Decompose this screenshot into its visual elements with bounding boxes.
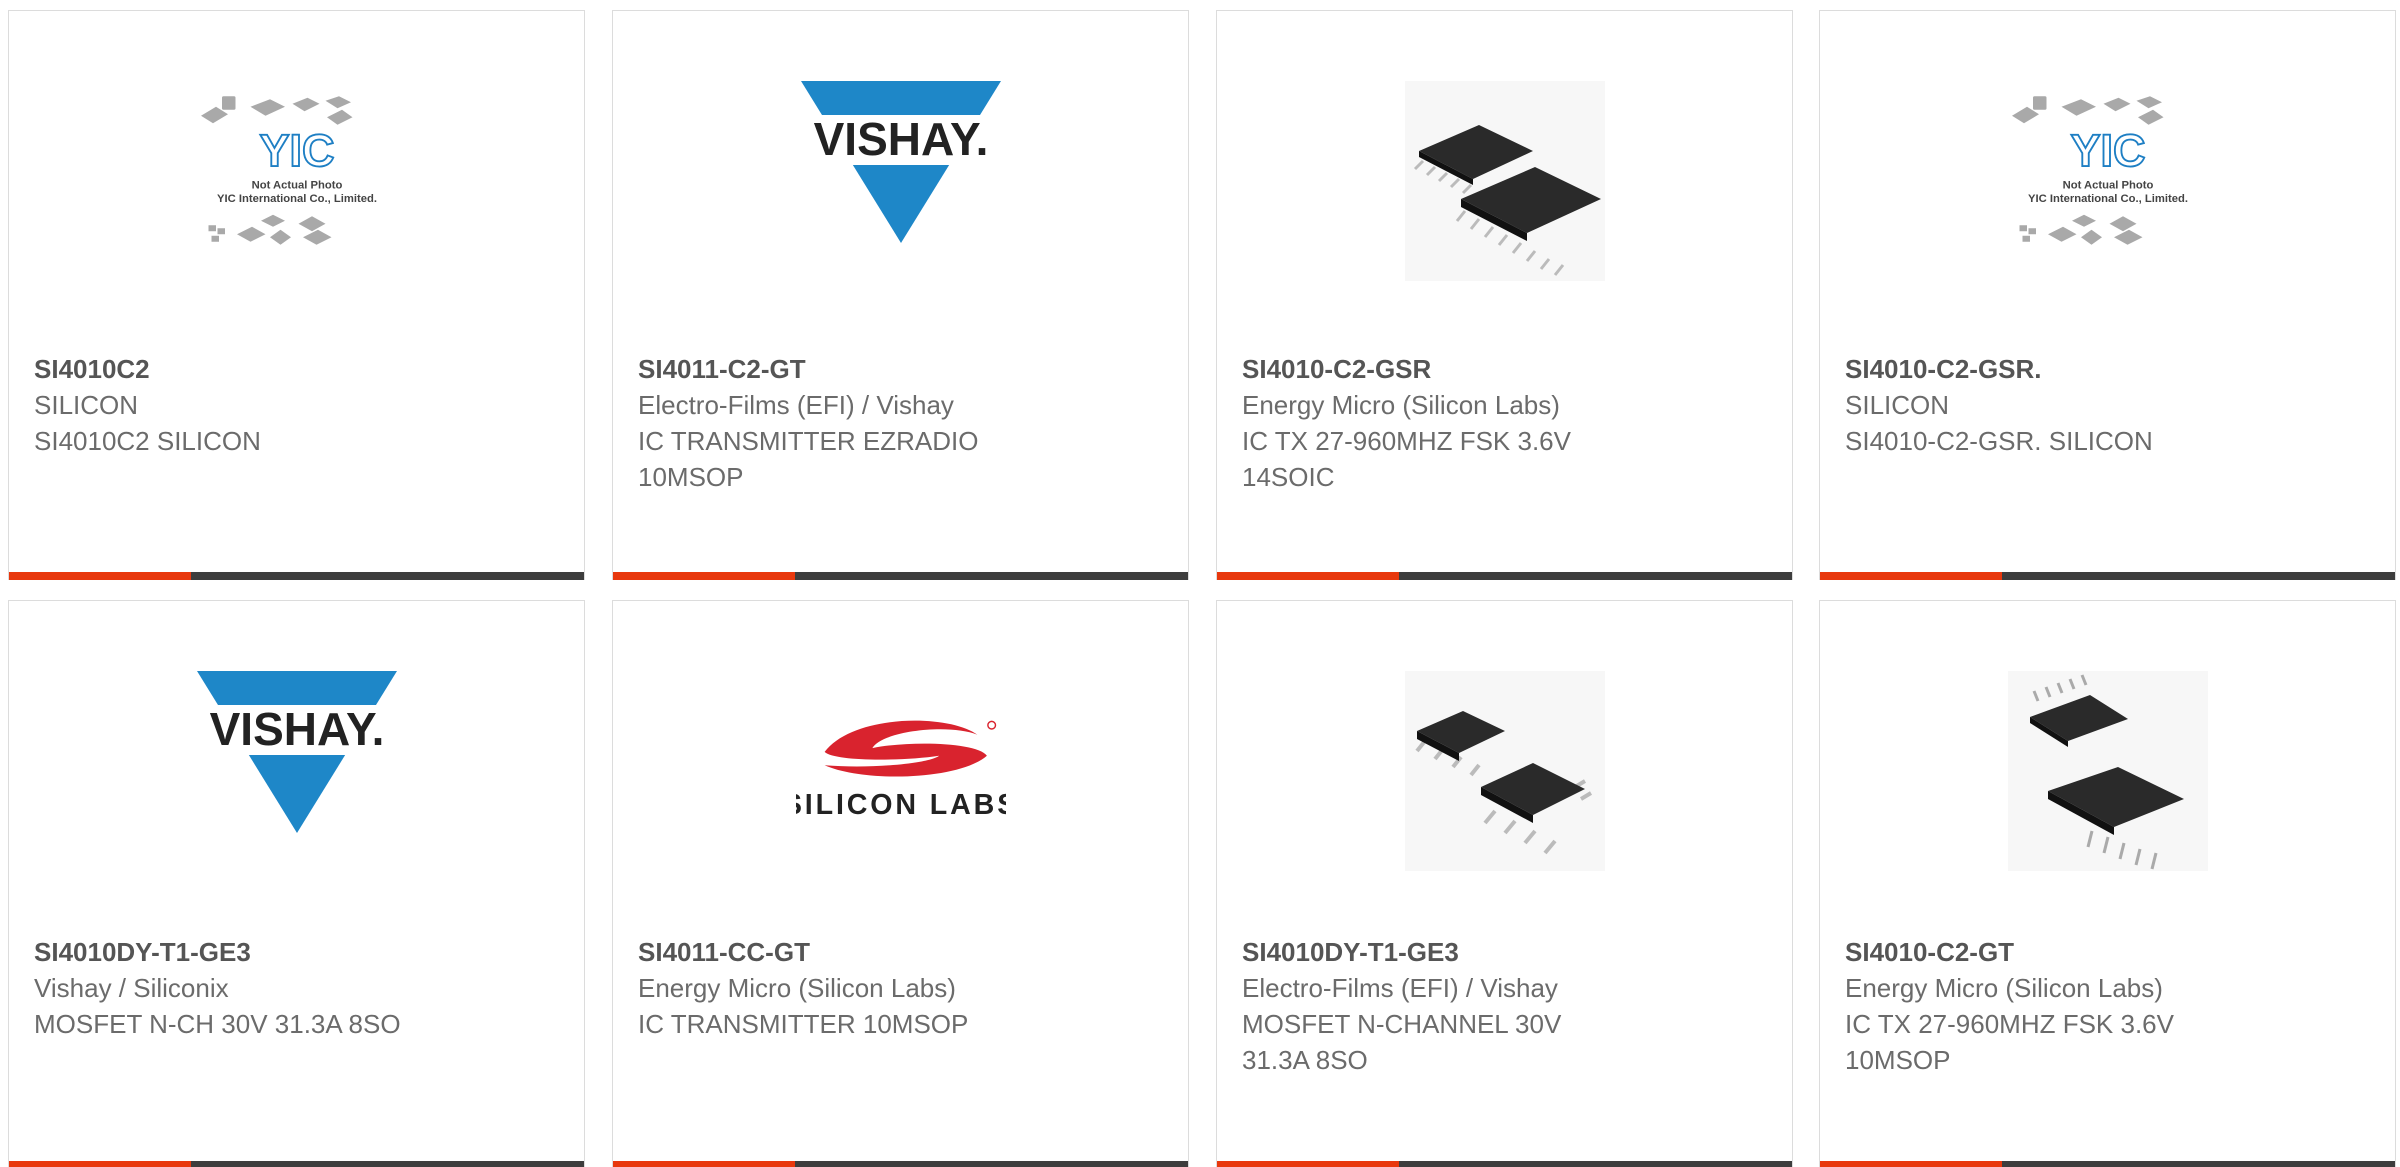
svg-text:SILICON LABS: SILICON LABS	[796, 789, 1006, 821]
description: IC TRANSMITTER 10MSOP	[638, 1009, 969, 1039]
card-footer-accent	[9, 572, 191, 580]
description: IC TRANSMITTER EZRADIO	[638, 426, 979, 456]
product-info: SI4010-C2-GSR Energy Micro (Silicon Labs…	[1242, 351, 1772, 495]
svg-text:YIC International Co., Limited: YIC International Co., Limited.	[216, 193, 376, 205]
svg-text:Not Actual Photo: Not Actual Photo	[2062, 180, 2153, 192]
manufacturer: SILICON	[1845, 390, 1950, 420]
manufacturer: Energy Micro (Silicon Labs)	[638, 973, 956, 1003]
product-image[interactable]	[1400, 77, 1610, 285]
product-info: SI4011-C2-GT Electro-Films (EFI) / Visha…	[638, 351, 1168, 495]
product-info: SI4010-C2-GT Energy Micro (Silicon Labs)…	[1845, 934, 2375, 1078]
description: SI4010C2 SILICON	[34, 426, 261, 456]
product-info: SI4010DY-T1-GE3 Vishay / Siliconix MOSFE…	[34, 934, 564, 1042]
manufacturer: Energy Micro (Silicon Labs)	[1242, 390, 1560, 420]
product-info: SI4011-CC-GT Energy Micro (Silicon Labs)…	[638, 934, 1168, 1042]
product-card[interactable]: SILICON LABS SI4011-CC-GT Energy Micro (…	[612, 600, 1189, 1167]
product-card[interactable]: VISHAY. SI4010DY-T1-GE3 Vishay / Silicon…	[8, 600, 585, 1167]
svg-text:VISHAY.: VISHAY.	[813, 113, 988, 165]
product-info: SI4010DY-T1-GE3 Electro-Films (EFI) / Vi…	[1242, 934, 1772, 1078]
product-grid: YIC Not Actual Photo YIC International C…	[0, 0, 2400, 1167]
part-number[interactable]: SI4010-C2-GSR.	[1845, 351, 2375, 387]
product-image[interactable]: YIC Not Actual Photo YIC International C…	[2003, 77, 2213, 285]
svg-text:Not Actual Photo: Not Actual Photo	[251, 180, 342, 192]
description-cont: 31.3A 8SO	[1242, 1045, 1368, 1075]
product-image[interactable]: YIC Not Actual Photo YIC International C…	[192, 77, 402, 285]
msop-chips-image	[2007, 671, 2208, 871]
silicon-labs-logo: SILICON LABS	[796, 720, 1006, 821]
card-footer-bar	[613, 1161, 1188, 1167]
manufacturer: Energy Micro (Silicon Labs)	[1845, 973, 2163, 1003]
card-footer-bar	[1217, 1161, 1792, 1167]
card-footer-accent	[1820, 572, 2002, 580]
product-card[interactable]: SI4010DY-T1-GE3 Electro-Films (EFI) / Vi…	[1216, 600, 1793, 1167]
card-footer-accent	[9, 1161, 191, 1167]
product-card[interactable]: VISHAY. SI4011-C2-GT Electro-Films (EFI)…	[612, 10, 1189, 580]
card-footer-bar	[613, 572, 1188, 580]
part-number[interactable]: SI4010DY-T1-GE3	[34, 934, 564, 970]
manufacturer: Electro-Films (EFI) / Vishay	[638, 390, 954, 420]
yic-logo: YIC	[259, 125, 334, 176]
card-footer-accent	[1217, 572, 1399, 580]
card-footer-accent	[613, 572, 795, 580]
product-info: SI4010C2 SILICON SI4010C2 SILICON	[34, 351, 564, 459]
manufacturer: Vishay / Siliconix	[34, 973, 229, 1003]
card-footer-bar	[1820, 572, 2395, 580]
svg-text:YIC International Co., Limited: YIC International Co., Limited.	[2027, 193, 2187, 205]
product-card[interactable]: YIC Not Actual Photo YIC International C…	[8, 10, 585, 580]
yic-placeholder-image: YIC Not Actual Photo YIC International C…	[200, 96, 377, 245]
part-number[interactable]: SI4011-CC-GT	[638, 934, 1168, 970]
product-image[interactable]: SILICON LABS	[796, 667, 1006, 875]
vishay-logo: VISHAY.	[800, 81, 1001, 243]
part-number[interactable]: SI4010C2	[34, 351, 564, 387]
product-card[interactable]: YIC Not Actual Photo YIC International C…	[1819, 10, 2396, 580]
manufacturer: SILICON	[34, 390, 139, 420]
product-card[interactable]: SI4010-C2-GT Energy Micro (Silicon Labs)…	[1819, 600, 2396, 1167]
product-image[interactable]	[2003, 667, 2213, 875]
product-image[interactable]: VISHAY.	[192, 667, 402, 875]
so8-chips-image	[1404, 671, 1605, 871]
card-footer-bar	[9, 1161, 584, 1167]
product-image[interactable]: VISHAY.	[796, 77, 1006, 285]
product-info: SI4010-C2-GSR. SILICON SI4010-C2-GSR. SI…	[1845, 351, 2375, 459]
card-footer-accent	[1820, 1161, 2002, 1167]
card-footer-bar	[9, 572, 584, 580]
description: MOSFET N-CHANNEL 30V	[1242, 1009, 1562, 1039]
description: MOSFET N-CH 30V 31.3A 8SO	[34, 1009, 401, 1039]
part-number[interactable]: SI4010-C2-GT	[1845, 934, 2375, 970]
svg-text:VISHAY.: VISHAY.	[209, 703, 384, 755]
description-cont: 14SOIC	[1242, 462, 1335, 492]
card-footer-accent	[613, 1161, 795, 1167]
manufacturer: Electro-Films (EFI) / Vishay	[1242, 973, 1558, 1003]
card-footer-bar	[1217, 572, 1792, 580]
card-footer-accent	[1217, 1161, 1399, 1167]
card-footer-bar	[1820, 1161, 2395, 1167]
yic-logo: YIC	[2070, 125, 2145, 176]
soic-chips-image	[1404, 81, 1605, 281]
part-number[interactable]: SI4011-C2-GT	[638, 351, 1168, 387]
product-card[interactable]: SI4010-C2-GSR Energy Micro (Silicon Labs…	[1216, 10, 1793, 580]
description: IC TX 27-960MHZ FSK 3.6V	[1845, 1009, 2174, 1039]
description: IC TX 27-960MHZ FSK 3.6V	[1242, 426, 1571, 456]
part-number[interactable]: SI4010DY-T1-GE3	[1242, 934, 1772, 970]
product-image[interactable]	[1400, 667, 1610, 875]
yic-placeholder-image: YIC Not Actual Photo YIC International C…	[2011, 96, 2188, 245]
vishay-logo: VISHAY.	[196, 671, 397, 833]
description-cont: 10MSOP	[1845, 1045, 1951, 1075]
description: SI4010-C2-GSR. SILICON	[1845, 426, 2153, 456]
description-cont: 10MSOP	[638, 462, 744, 492]
part-number[interactable]: SI4010-C2-GSR	[1242, 351, 1772, 387]
